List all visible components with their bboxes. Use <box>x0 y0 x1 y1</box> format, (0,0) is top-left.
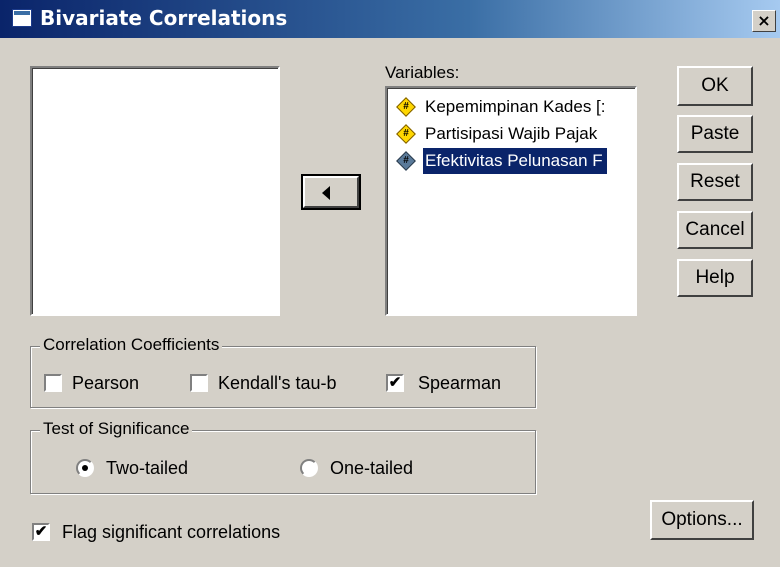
close-button[interactable]: × <box>752 10 776 32</box>
variable-label: Efektivitas Pelunasan F <box>423 148 607 174</box>
ok-button[interactable]: OK <box>677 66 753 106</box>
correlation-coefficients-legend: Correlation Coefficients <box>40 335 223 355</box>
flag-significant-label: Flag significant correlations <box>62 522 281 542</box>
kendall-checkbox-row[interactable]: Kendall's tau-b <box>190 373 370 395</box>
flag-significant-checkbox[interactable]: ✔ <box>32 523 50 541</box>
arrow-left-icon <box>322 186 330 200</box>
target-variable-list[interactable]: # Kepemimpinan Kades [: # Partisipasi Wa… <box>385 86 637 316</box>
variables-label: Variables: <box>385 63 460 82</box>
one-tailed-radio[interactable] <box>300 459 318 477</box>
spearman-label: Spearman <box>418 373 502 393</box>
pearson-checkbox-row[interactable]: Pearson <box>44 373 164 395</box>
spearman-checkbox-row[interactable]: ✔ Spearman <box>386 373 526 395</box>
spearman-checkbox[interactable]: ✔ <box>386 374 404 392</box>
move-variable-button[interactable] <box>301 174 361 210</box>
window-icon <box>12 9 32 27</box>
one-tailed-label: One-tailed <box>330 458 414 478</box>
variable-item-efektivitas[interactable]: # Efektivitas Pelunasan F <box>395 148 635 174</box>
title-bar[interactable]: Bivariate Correlations × <box>0 0 780 38</box>
two-tailed-radio[interactable] <box>76 459 94 477</box>
variable-label: Kepemimpinan Kades [: <box>425 97 606 116</box>
variable-label: Partisipasi Wajib Pajak <box>425 124 598 143</box>
options-button[interactable]: Options... <box>650 500 754 540</box>
source-variable-list[interactable] <box>30 66 280 316</box>
pearson-label: Pearson <box>72 373 140 393</box>
variable-item-partisipasi[interactable]: # Partisipasi Wajib Pajak <box>395 121 635 147</box>
pearson-checkbox[interactable] <box>44 374 62 392</box>
kendall-label: Kendall's tau-b <box>218 373 337 393</box>
window-title: Bivariate Correlations <box>40 6 288 30</box>
flag-significant-row[interactable]: ✔ Flag significant correlations <box>32 522 332 544</box>
reset-button[interactable]: Reset <box>677 163 753 201</box>
cancel-button[interactable]: Cancel <box>677 211 753 249</box>
kendall-checkbox[interactable] <box>190 374 208 392</box>
paste-button[interactable]: Paste <box>677 115 753 153</box>
test-of-significance-legend: Test of Significance <box>40 419 193 439</box>
variable-item-kepemimpinan[interactable]: # Kepemimpinan Kades [: <box>395 94 635 120</box>
help-button[interactable]: Help <box>677 259 753 297</box>
two-tailed-radio-row[interactable]: Two-tailed <box>76 458 226 480</box>
one-tailed-radio-row[interactable]: One-tailed <box>300 458 450 480</box>
two-tailed-label: Two-tailed <box>106 458 189 478</box>
